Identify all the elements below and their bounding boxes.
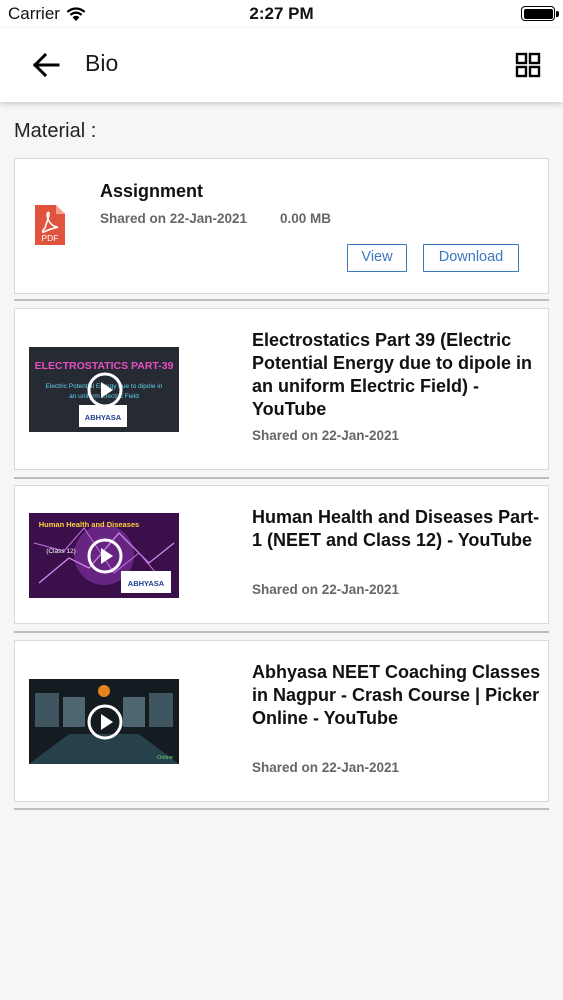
document-size: 0.00 MB [280, 211, 332, 226]
view-button[interactable]: View [347, 244, 407, 272]
svg-text:ABHYASA: ABHYASA [85, 413, 122, 422]
video-title: Abhyasa NEET Coaching Classes in Nagpur … [252, 662, 541, 728]
play-icon [87, 704, 123, 740]
video-title: Electrostatics Part 39 (Electric Potenti… [252, 330, 533, 419]
status-time: 2:27 PM [249, 4, 314, 23]
document-shared-date: Shared on 22-Jan-2021 [100, 211, 248, 226]
video-shared-date: Shared on 22-Jan-2021 [252, 760, 400, 775]
play-icon [87, 538, 123, 574]
divider [14, 477, 549, 479]
document-title: Assignment [100, 181, 204, 201]
play-icon [87, 372, 123, 408]
app-bar: Bio [0, 28, 563, 102]
grid-icon [515, 52, 541, 78]
divider [14, 631, 549, 633]
status-bar: Carrier 2:27 PM [0, 0, 563, 28]
download-button[interactable]: Download [423, 244, 519, 272]
arrow-left-icon [32, 52, 60, 78]
video-shared-date: Shared on 22-Jan-2021 [252, 428, 400, 443]
grid-view-button[interactable] [515, 52, 541, 78]
video-card[interactable]: Online Abhyasa NEET Coaching Classes in … [14, 640, 549, 802]
svg-text:ABHYASA: ABHYASA [128, 579, 165, 588]
document-card[interactable]: PDF Assignment Shared on 22-Jan-2021 0.0… [14, 158, 549, 294]
divider [14, 808, 549, 810]
svg-text:PDF: PDF [42, 233, 59, 243]
video-title: Human Health and Diseases Part-1 (NEET a… [252, 507, 540, 550]
back-button[interactable] [22, 48, 62, 82]
page-title: Bio [85, 50, 119, 76]
svg-text:Human Health and Diseases: Human Health and Diseases [39, 520, 139, 529]
section-label: Material : [14, 120, 97, 142]
svg-text:(Class 12): (Class 12) [46, 548, 76, 555]
pdf-icon: PDF [35, 205, 65, 245]
svg-text:Online: Online [157, 755, 173, 761]
video-card[interactable]: ELECTROSTATICS PART-39 Electric Potentia… [14, 308, 549, 470]
video-thumbnail[interactable]: Online [29, 679, 179, 764]
divider [14, 299, 549, 301]
video-thumbnail[interactable]: Human Health and Diseases (Class 12) ABH… [29, 513, 179, 598]
video-thumbnail[interactable]: ELECTROSTATICS PART-39 Electric Potentia… [29, 347, 179, 432]
video-shared-date: Shared on 22-Jan-2021 [252, 582, 400, 597]
battery-icon [521, 6, 559, 21]
video-card[interactable]: Human Health and Diseases (Class 12) ABH… [14, 485, 549, 624]
